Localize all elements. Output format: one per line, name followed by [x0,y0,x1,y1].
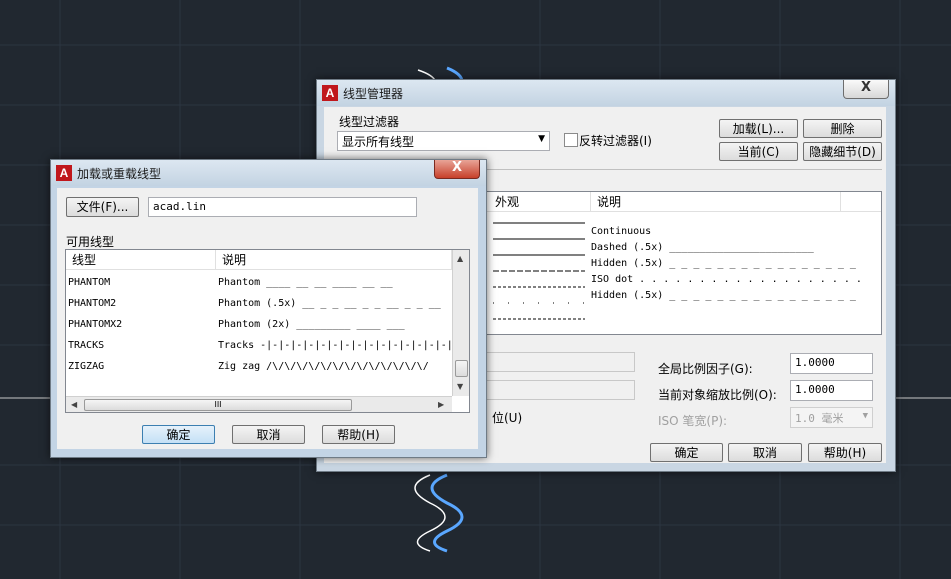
linetype-description: ISO dot . . . . . . . . . . . . . . . . … [591,274,862,285]
column-header-description[interactable]: 说明 [216,250,452,270]
scroll-up-icon[interactable]: ▲ [457,254,463,263]
load-linetypes-dialog: A 加载或重载线型 X 文件(F)... acad.lin 可用线型 线型 说明… [50,159,487,458]
linetype-description: Phantom (.5x) __ _ _ __ _ _ __ _ _ __ [218,298,441,309]
available-linetypes-label: 可用线型 [66,235,115,249]
autocad-logo-icon: A [322,85,338,101]
delete-button[interactable]: 删除 [803,119,882,138]
manager-ok-button[interactable]: 确定 [650,443,723,462]
global-scale-label: 全局比例因子(G): [658,362,753,376]
manager-cancel-button[interactable]: 取消 [728,443,802,462]
load-ok-button[interactable]: 确定 [142,425,215,444]
filter-group-label: 线型过滤器 [339,115,400,129]
load-button[interactable]: 加载(L)... [719,119,798,138]
dropdown-arrow-icon: ▼ [862,411,868,421]
linetype-description: Hidden (.5x) _ _ _ _ _ _ _ _ _ _ _ _ _ _… [591,290,856,301]
iso-pen-value: 1.0 毫米 [795,412,844,425]
scroll-left-icon[interactable]: ◀ [71,400,77,409]
column-header-description[interactable]: 说明 [591,192,841,212]
linetype-description: Phantom (2x) _________ ____ ___ [218,319,405,330]
iso-pen-width-select[interactable]: 1.0 毫米 ▼ [790,407,873,428]
scroll-right-icon[interactable]: ▶ [438,400,444,409]
linetype-name: PHANTOM [68,277,111,288]
linetype-row[interactable]: TRACKS Tracks -|-|-|-|-|-|-|-|-|-|-|-|-|-… [66,335,459,356]
current-button[interactable]: 当前(C) [719,142,798,161]
scroll-down-icon[interactable]: ▼ [457,382,463,391]
hide-details-button[interactable]: 隐藏细节(D) [803,142,882,161]
linetype-name: ZIGZAG [68,361,105,372]
scroll-grip-icon: III [214,400,222,409]
load-cancel-button[interactable]: 取消 [232,425,305,444]
linetype-row[interactable]: PHANTOMX2 Phantom (2x) _________ ____ ___ [66,314,452,335]
linetype-description: Dashed (.5x) ________________________ [591,242,814,253]
linetype-description: Hidden (.5x) _ _ _ _ _ _ _ _ _ _ _ _ _ _… [591,258,856,269]
filter-select-value: 显示所有线型 [342,135,415,149]
current-scale-input[interactable]: 1.0000 [790,380,873,401]
vertical-scroll-thumb[interactable] [455,360,468,377]
linetype-description: Zig zag /\/\/\/\/\/\/\/\/\/\/\/\/\/ [218,361,429,372]
linetype-row[interactable]: PHANTOM2 Phantom (.5x) __ _ _ __ _ _ __ _… [66,293,452,314]
iso-pen-width-label: ISO 笔宽(P): [658,414,728,428]
linetype-row[interactable]: PHANTOM Phantom ____ __ __ ____ __ __ [66,272,452,293]
autocad-logo-icon: A [56,165,72,181]
available-linetypes-list[interactable]: 线型 说明 PHANTOM Phantom ____ __ __ ____ __ … [65,249,470,413]
load-dialog-body: 文件(F)... acad.lin 可用线型 线型 说明 PHANTOM Phan… [57,188,478,449]
load-dialog-title: 加载或重载线型 [77,167,162,181]
current-scale-label: 当前对象缩放比例(O): [658,388,777,402]
column-header-linetype[interactable]: 线型 [66,250,216,270]
linetype-manager-title: 线型管理器 [343,87,404,101]
file-path-field[interactable]: acad.lin [148,197,417,217]
linetype-manager-close-button[interactable]: X [843,80,889,99]
load-help-button[interactable]: 帮助(H) [322,425,395,444]
linetype-appearance-column [493,222,585,320]
linetype-description: Continuous [591,226,652,237]
linetype-manager-titlebar[interactable]: A 线型管理器 X [317,80,895,106]
load-dialog-close-button[interactable]: X [434,160,480,179]
column-header-filler [841,192,881,212]
linetype-name: TRACKS [68,340,105,351]
paper-space-units-label[interactable]: 位(U) [492,409,522,426]
manager-help-button[interactable]: 帮助(H) [808,443,882,462]
linetype-filter-select[interactable]: 显示所有线型 ▼ [337,131,550,151]
file-button[interactable]: 文件(F)... [66,197,139,217]
global-scale-input[interactable]: 1.0000 [790,353,873,374]
invert-filter-label[interactable]: 反转过滤器(I) [579,132,652,149]
dropdown-arrow-icon: ▼ [538,134,545,144]
horizontal-scroll-thumb[interactable]: III [84,399,352,411]
horizontal-scrollbar[interactable]: ◀ III ▶ [66,396,452,412]
linetype-name: PHANTOM2 [68,298,117,309]
invert-filter-checkbox[interactable] [564,133,578,147]
linetype-description: Phantom ____ __ __ ____ __ __ [218,277,393,288]
linetype-row[interactable]: ZIGZAG Zig zag /\/\/\/\/\/\/\/\/\/\/\/\/\… [66,356,452,377]
linetype-name: PHANTOMX2 [68,319,123,330]
load-dialog-titlebar[interactable]: A 加载或重载线型 X [51,160,486,186]
vertical-scrollbar[interactable]: ▲ ▼ [452,250,469,396]
linetype-description: Tracks -|-|-|-|-|-|-|-|-|-|-|-|-|-|-|-|- [218,340,459,351]
